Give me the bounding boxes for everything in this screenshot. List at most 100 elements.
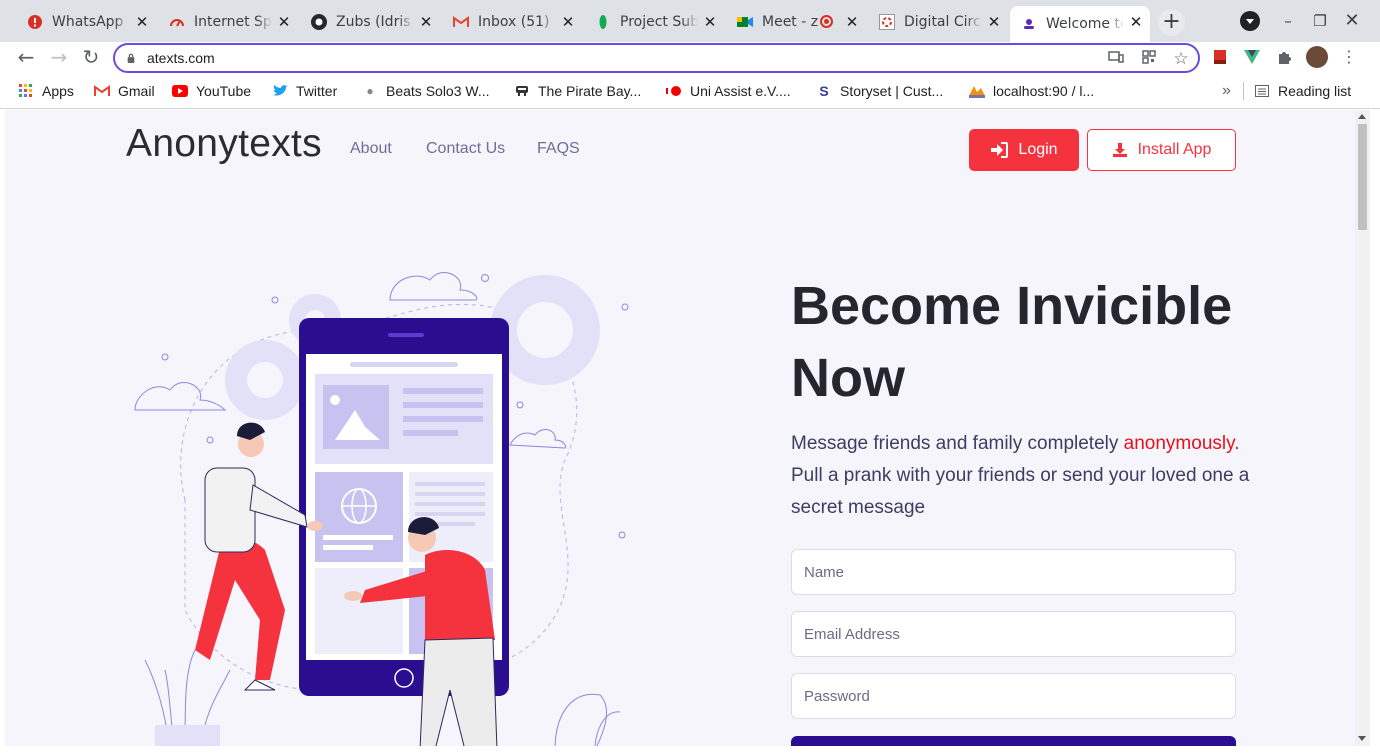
bookmark-gmail[interactable]: Gmail bbox=[94, 81, 155, 101]
pirate-ship-icon bbox=[514, 83, 530, 99]
hero-text-highlight: anonymously. bbox=[1123, 433, 1240, 454]
email-field[interactable] bbox=[791, 611, 1236, 657]
forward-arrow-icon[interactable]: → bbox=[47, 46, 71, 70]
page-scrollbar[interactable] bbox=[1355, 110, 1370, 746]
close-icon[interactable]: ✕ bbox=[844, 14, 860, 30]
close-icon[interactable]: ✕ bbox=[1128, 14, 1144, 30]
tab-strip: WhatsApp ✕ Internet Speed Test ✕ Zubs (I… bbox=[0, 0, 1380, 42]
browser-toolbar: ← → ↻ ☆ ⋮ bbox=[0, 42, 1380, 73]
bookmarks-overflow-button[interactable]: » bbox=[1222, 81, 1231, 101]
extensions-puzzle-icon[interactable] bbox=[1276, 49, 1292, 65]
address-bar[interactable]: ☆ bbox=[113, 43, 1200, 73]
bookmark-youtube[interactable]: YouTube bbox=[172, 81, 251, 101]
password-field[interactable] bbox=[791, 673, 1236, 719]
tab-digital-circle[interactable]: Digital Circ ✕ bbox=[868, 6, 1008, 38]
qr-code-icon[interactable] bbox=[1140, 50, 1158, 68]
phpmyadmin-icon bbox=[969, 83, 985, 99]
close-icon[interactable]: ✕ bbox=[560, 14, 576, 30]
profile-avatar[interactable] bbox=[1306, 46, 1328, 68]
lock-icon bbox=[127, 53, 135, 63]
anonytexts-icon bbox=[1021, 16, 1037, 32]
restore-icon[interactable]: ❐ bbox=[1311, 12, 1329, 30]
hero-illustration bbox=[134, 272, 629, 746]
gmail-icon bbox=[453, 14, 469, 30]
login-button[interactable]: Login bbox=[969, 129, 1079, 171]
bookmark-divider bbox=[1243, 82, 1244, 100]
bookmark-uni-assist[interactable]: Uni Assist e.V.... bbox=[666, 81, 791, 101]
bookmark-label: Gmail bbox=[118, 83, 155, 99]
site-logo[interactable]: Anonytexts bbox=[126, 122, 322, 166]
more-menu-icon[interactable]: ⋮ bbox=[1341, 49, 1357, 65]
nav-faqs[interactable]: FAQS bbox=[537, 140, 580, 158]
close-icon[interactable]: ✕ bbox=[276, 14, 292, 30]
tab-meet[interactable]: Meet - z ✕ bbox=[726, 6, 866, 38]
bookmark-label: Twitter bbox=[296, 83, 338, 99]
window-right-edge bbox=[1370, 109, 1380, 755]
name-field[interactable] bbox=[791, 549, 1236, 595]
bookmark-storyset[interactable]: S Storyset | Cust... bbox=[816, 81, 943, 101]
close-icon[interactable]: ✕ bbox=[418, 14, 434, 30]
reading-list-button[interactable]: Reading list bbox=[1254, 81, 1351, 101]
tab-title: Welcome to bbox=[1046, 16, 1124, 32]
bookmark-apps[interactable]: Apps bbox=[18, 81, 74, 101]
speedtest-icon bbox=[169, 14, 185, 30]
digital-circle-icon bbox=[879, 14, 895, 30]
bookmark-label: Apps bbox=[42, 83, 74, 99]
bookmark-star-icon[interactable]: ☆ bbox=[1172, 50, 1190, 68]
tab-title: Digital Circ bbox=[904, 14, 981, 30]
tab-title: Inbox (51) - bbox=[478, 14, 556, 30]
apps-grid-icon bbox=[18, 83, 34, 99]
nav-about[interactable]: About bbox=[350, 140, 392, 158]
submit-button[interactable] bbox=[791, 736, 1236, 746]
reload-icon[interactable]: ↻ bbox=[79, 46, 103, 70]
cast-to-device-icon[interactable] bbox=[1107, 50, 1125, 68]
vue-devtools-icon[interactable] bbox=[1244, 49, 1260, 65]
bookmark-pirate-bay[interactable]: The Pirate Bay... bbox=[514, 81, 641, 101]
install-app-label: Install App bbox=[1137, 141, 1212, 158]
new-tab-button[interactable]: + bbox=[1158, 9, 1185, 36]
back-arrow-icon[interactable]: ← bbox=[14, 46, 38, 70]
name-input[interactable] bbox=[792, 550, 1235, 594]
scroll-up-arrow-icon[interactable] bbox=[1358, 114, 1366, 119]
install-app-button[interactable]: Install App bbox=[1087, 129, 1236, 171]
bookmark-twitter[interactable]: Twitter bbox=[272, 81, 337, 101]
nav-contact-us[interactable]: Contact Us bbox=[426, 140, 505, 158]
apple-icon: ● bbox=[366, 84, 374, 98]
window-close-icon[interactable]: ✕ bbox=[1343, 12, 1361, 30]
scrollbar-thumb[interactable] bbox=[1358, 124, 1367, 230]
tab-gmail[interactable]: Inbox (51) - ✕ bbox=[442, 6, 582, 38]
extension-red-book-icon[interactable] bbox=[1212, 49, 1228, 65]
bookmark-label: Storyset | Cust... bbox=[840, 83, 944, 99]
password-input[interactable] bbox=[792, 674, 1235, 718]
tab-project-sub[interactable]: Project Sub ✕ bbox=[584, 6, 724, 38]
email-input[interactable] bbox=[792, 612, 1235, 656]
scroll-down-arrow-icon[interactable] bbox=[1358, 736, 1366, 741]
url-input[interactable] bbox=[147, 49, 1047, 67]
hero-text-end: Pull a prank with your friends or send y… bbox=[791, 465, 1250, 518]
login-label: Login bbox=[1018, 141, 1058, 158]
tab-anonytexts[interactable]: Welcome to ✕ bbox=[1010, 6, 1150, 42]
mongodb-leaf-icon bbox=[595, 14, 611, 30]
google-meet-icon bbox=[737, 14, 753, 30]
tab-internet-speed[interactable]: Internet Speed Test ✕ bbox=[158, 6, 298, 38]
hero-text-start: Message friends and family completely bbox=[791, 433, 1124, 454]
download-icon bbox=[1112, 143, 1127, 157]
window-bottom-edge bbox=[0, 746, 1380, 755]
tab-search-button[interactable] bbox=[1240, 11, 1260, 31]
bookmark-label: localhost:90 / l... bbox=[993, 83, 1095, 99]
twitter-icon bbox=[272, 83, 288, 99]
tab-whatsapp[interactable]: WhatsApp ✕ bbox=[16, 6, 156, 38]
reading-list-icon bbox=[1254, 83, 1270, 99]
uni-assist-icon bbox=[666, 83, 682, 99]
bookmark-label: YouTube bbox=[196, 83, 252, 99]
bookmark-beats[interactable]: ● Beats Solo3 W... bbox=[362, 81, 489, 101]
close-icon[interactable]: ✕ bbox=[986, 14, 1002, 30]
close-icon[interactable]: ✕ bbox=[134, 14, 150, 30]
tab-github[interactable]: Zubs (Idris ✕ bbox=[300, 6, 440, 38]
bookmark-localhost[interactable]: localhost:90 / l... bbox=[969, 81, 1094, 101]
whatsapp-alert-icon bbox=[27, 14, 43, 30]
minimize-icon[interactable]: – bbox=[1279, 12, 1297, 30]
storyset-icon: S bbox=[819, 83, 829, 99]
close-icon[interactable]: ✕ bbox=[702, 14, 718, 30]
tab-title: Project Sub bbox=[620, 14, 698, 30]
